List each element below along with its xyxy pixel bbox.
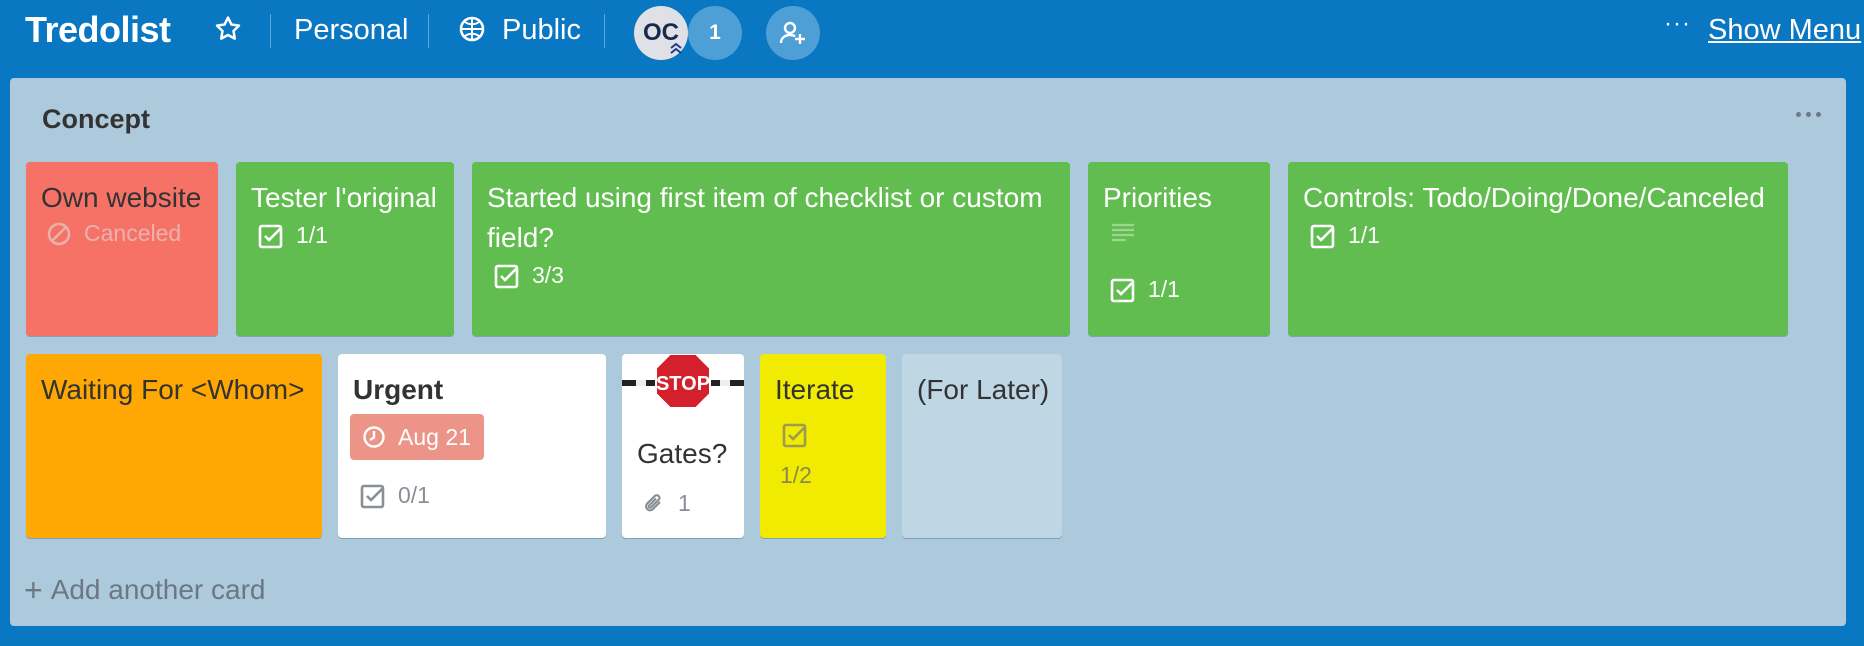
svg-text:STOP: STOP [656, 373, 710, 395]
card-priorities[interactable]: Priorities 1/1 [1088, 162, 1270, 336]
more-icon[interactable]: ··· [1664, 10, 1691, 38]
list-column: Concept Own website Canceled Tester l'or… [10, 78, 1846, 626]
card-urgent[interactable]: Urgent Aug 21 0/1 [338, 354, 606, 538]
board-header: Tredolist Personal Public OC 1 ··· Show … [0, 0, 1864, 64]
due-date-badge[interactable]: Aug 21 [350, 414, 484, 460]
board-title[interactable]: Tredolist [25, 8, 171, 52]
card-title: Controls: Todo/Doing/Done/Canceled [1303, 182, 1765, 213]
invite-button[interactable] [766, 6, 820, 60]
card-title: Started using first item of checklist or… [487, 182, 1043, 253]
card-started-using[interactable]: Started using first item of checklist or… [472, 162, 1070, 336]
attachment-badge: 1 [642, 490, 691, 517]
show-menu-link[interactable]: Show Menu [1708, 12, 1861, 48]
checklist-badge: 1/1 [1310, 222, 1380, 249]
canceled-label: Canceled [84, 220, 182, 246]
card-gates[interactable]: STOP Gates? 1 [622, 354, 744, 538]
header-divider [604, 14, 605, 48]
list-menu-icon[interactable] [1796, 108, 1826, 120]
card-title: (For Later) [917, 374, 1050, 405]
checklist-icon [360, 484, 385, 508]
checklist-badge: 0/1 [360, 482, 430, 509]
card-title: Waiting For <Whom> [41, 374, 305, 405]
add-card-label: Add another card [50, 574, 266, 605]
globe-icon [458, 15, 486, 43]
add-card-button[interactable]: + Add another card [24, 574, 266, 606]
paperclip-icon [645, 493, 661, 511]
description-icon [1110, 220, 1148, 246]
card-title: Iterate [775, 374, 855, 405]
card-tester[interactable]: Tester l'original 1/1 [236, 162, 454, 336]
stop-sign-cover: STOP [622, 354, 744, 414]
checklist-icon [1310, 224, 1335, 248]
checklist-badge: 1/1 [258, 222, 328, 249]
card-iterate[interactable]: Iterate 1/2 [760, 354, 886, 538]
header-divider [428, 14, 429, 48]
list-title[interactable]: Concept [42, 104, 150, 135]
checklist-count: 1/2 [780, 462, 812, 488]
card-for-later[interactable]: (For Later) [902, 354, 1062, 538]
add-member-icon [779, 21, 805, 44]
checklist-icon [494, 264, 519, 288]
team-button[interactable]: Personal [294, 12, 408, 48]
header-divider [270, 14, 271, 48]
card-title: Own website [41, 182, 202, 213]
plus-icon: + [24, 572, 43, 608]
card-title: Priorities [1103, 182, 1212, 213]
card-controls[interactable]: Controls: Todo/Doing/Done/Canceled 1/1 [1288, 162, 1788, 336]
checklist-icon [258, 224, 283, 248]
card-own-website[interactable]: Own website Canceled [26, 162, 218, 336]
card-title: Gates? [637, 438, 728, 469]
checklist-icon [1110, 278, 1135, 302]
visibility-button[interactable]: Public [502, 12, 581, 48]
checklist-badge: 1/1 [1110, 276, 1180, 303]
star-icon[interactable] [213, 14, 243, 44]
card-title: Tester l'original [251, 182, 437, 213]
admin-chevron-icon [668, 40, 684, 56]
clock-icon [363, 426, 385, 448]
member-count-badge[interactable]: 1 [688, 6, 742, 60]
checklist-icon [782, 422, 820, 448]
checklist-badge: 3/3 [494, 262, 564, 289]
card-title: Urgent [353, 374, 444, 405]
canceled-icon [47, 222, 71, 245]
card-waiting-for[interactable]: Waiting For <Whom> [26, 354, 322, 538]
canceled-badge: Canceled [46, 220, 181, 247]
